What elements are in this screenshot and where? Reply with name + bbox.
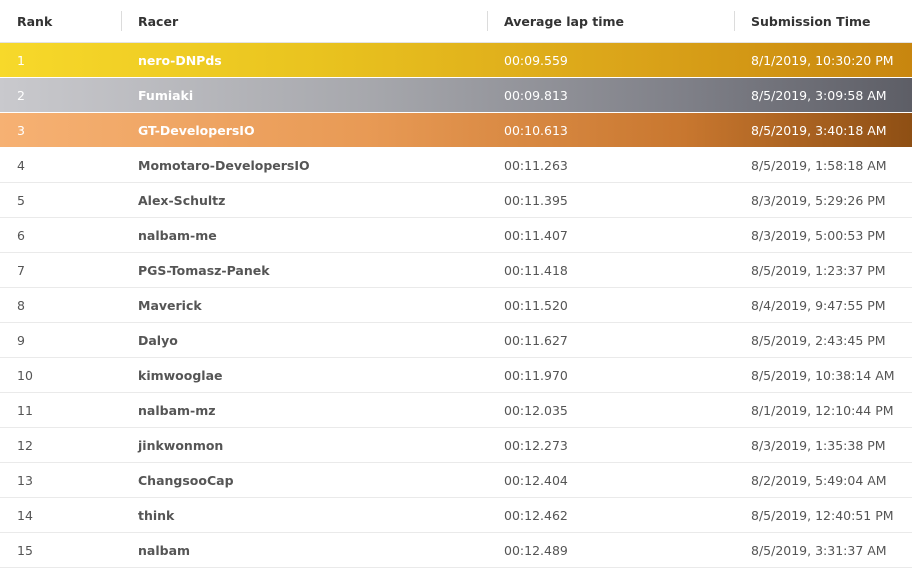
submission-time-cell: 8/2/2019, 5:49:04 AM [751,472,887,488]
rank-cell: 14 [17,507,33,523]
average-lap-time-cell: 00:11.520 [504,297,568,313]
submission-time-cell: 8/3/2019, 5:29:26 PM [751,192,886,208]
table-row[interactable]: 12 jinkwonmon 00:12.273 8/3/2019, 1:35:38 P… [0,428,912,463]
submission-time-cell: 8/3/2019, 1:35:38 PM [751,437,886,453]
average-lap-time-cell: 00:12.404 [504,472,568,488]
header-racer[interactable]: Racer [121,0,487,42]
submission-time-cell: 8/4/2019, 9:47:55 PM [751,297,886,313]
table-row[interactable]: 2 Fumiaki 00:09.813 8/5/2019, 3:09:58 AM [0,78,912,113]
table-row[interactable]: 8 Maverick 00:11.520 8/4/2019, 9:47:55 PM [0,288,912,323]
submission-time-cell: 8/5/2019, 3:31:37 AM [751,542,887,558]
racer-name-cell: Maverick [138,297,202,313]
submission-time-cell: 8/5/2019, 1:58:18 AM [751,157,887,173]
table-row[interactable]: 10 kimwooglae 00:11.970 8/5/2019, 10:38:14 … [0,358,912,393]
rank-cell: 5 [17,192,25,208]
rank-cell: 7 [17,262,25,278]
submission-time-cell: 8/5/2019, 10:38:14 AM [751,367,895,383]
table-row[interactable]: 6 nalbam-me 00:11.407 8/3/2019, 5:00:53 PM [0,218,912,253]
average-lap-time-cell: 00:11.418 [504,262,568,278]
table-row[interactable]: 3 GT-DevelopersIO 00:10.613 8/5/2019, 3:40:… [0,113,912,148]
rank-cell: 10 [17,367,33,383]
rank-cell: 4 [17,157,25,173]
average-lap-time-cell: 00:11.395 [504,192,568,208]
racer-name-cell: jinkwonmon [138,437,224,453]
leaderboard-table: Rank Racer Average lap time Submission T… [0,0,912,568]
table-row[interactable]: 4 Momotaro-DevelopersIO 00:11.263 8/5/2019,… [0,148,912,183]
rank-cell: 6 [17,227,25,243]
submission-time-cell: 8/5/2019, 3:09:58 AM [751,87,887,103]
racer-name-cell: Dalyo [138,332,178,348]
submission-time-cell: 8/5/2019, 12:40:51 PM [751,507,894,523]
average-lap-time-cell: 00:12.273 [504,437,568,453]
table-header: Rank Racer Average lap time Submission T… [0,0,912,43]
average-lap-time-cell: 00:10.613 [504,122,568,138]
racer-name-cell: nalbam-me [138,227,217,243]
racer-name-cell: Alex-Schultz [138,192,226,208]
racer-name-cell: Fumiaki [138,87,194,103]
table-row[interactable]: 7 PGS-Tomasz-Panek 00:11.418 8/5/2019, 1:23… [0,253,912,288]
rank-cell: 12 [17,437,33,453]
table-row[interactable]: 9 Dalyo 00:11.627 8/5/2019, 2:43:45 PM [0,323,912,358]
rank-cell: 15 [17,542,33,558]
average-lap-time-cell: 00:11.970 [504,367,568,383]
submission-time-cell: 8/5/2019, 2:43:45 PM [751,332,886,348]
table-row[interactable]: 11 nalbam-mz 00:12.035 8/1/2019, 12:10:44 P… [0,393,912,428]
average-lap-time-cell: 00:11.407 [504,227,568,243]
rank-cell: 11 [17,402,33,418]
rank-cell: 9 [17,332,25,348]
rank-cell: 8 [17,297,25,313]
rank-cell: 13 [17,472,33,488]
header-rank[interactable]: Rank [0,0,121,42]
racer-name-cell: GT-DevelopersIO [138,122,255,138]
average-lap-time-cell: 00:09.559 [504,52,568,68]
racer-name-cell: ChangsooCap [138,472,234,488]
average-lap-time-cell: 00:11.627 [504,332,568,348]
table-row[interactable]: 5 Alex-Schultz 00:11.395 8/3/2019, 5:29:26 … [0,183,912,218]
table-body: 1 nero-DNPds 00:09.559 8/1/2019, 10:30:20 P… [0,43,912,568]
submission-time-cell: 8/5/2019, 1:23:37 PM [751,262,886,278]
submission-time-cell: 8/5/2019, 3:40:18 AM [751,122,887,138]
average-lap-time-cell: 00:11.263 [504,157,568,173]
submission-time-cell: 8/3/2019, 5:00:53 PM [751,227,886,243]
submission-time-cell: 8/1/2019, 12:10:44 PM [751,402,894,418]
submission-time-cell: 8/1/2019, 10:30:20 PM [751,52,894,68]
table-row[interactable]: 15 nalbam 00:12.489 8/5/2019, 3:31:37 AM [0,533,912,568]
table-row[interactable]: 14 think 00:12.462 8/5/2019, 12:40:51 PM [0,498,912,533]
average-lap-time-cell: 00:12.035 [504,402,568,418]
header-submission-time[interactable]: Submission Time [734,0,912,42]
average-lap-time-cell: 00:12.489 [504,542,568,558]
racer-name-cell: nalbam-mz [138,402,216,418]
table-row[interactable]: 13 ChangsooCap 00:12.404 8/2/2019, 5:49:04 … [0,463,912,498]
racer-name-cell: nalbam [138,542,191,558]
table-row[interactable]: 1 nero-DNPds 00:09.559 8/1/2019, 10:30:20 P… [0,43,912,78]
header-average-lap-time[interactable]: Average lap time [487,0,734,42]
rank-cell: 2 [17,87,25,103]
racer-name-cell: PGS-Tomasz-Panek [138,262,270,278]
average-lap-time-cell: 00:09.813 [504,87,568,103]
average-lap-time-cell: 00:12.462 [504,507,568,523]
racer-name-cell: nero-DNPds [138,52,222,68]
racer-name-cell: think [138,507,175,523]
rank-cell: 1 [17,52,25,68]
racer-name-cell: kimwooglae [138,367,223,383]
racer-name-cell: Momotaro-DevelopersIO [138,157,310,173]
rank-cell: 3 [17,122,25,138]
